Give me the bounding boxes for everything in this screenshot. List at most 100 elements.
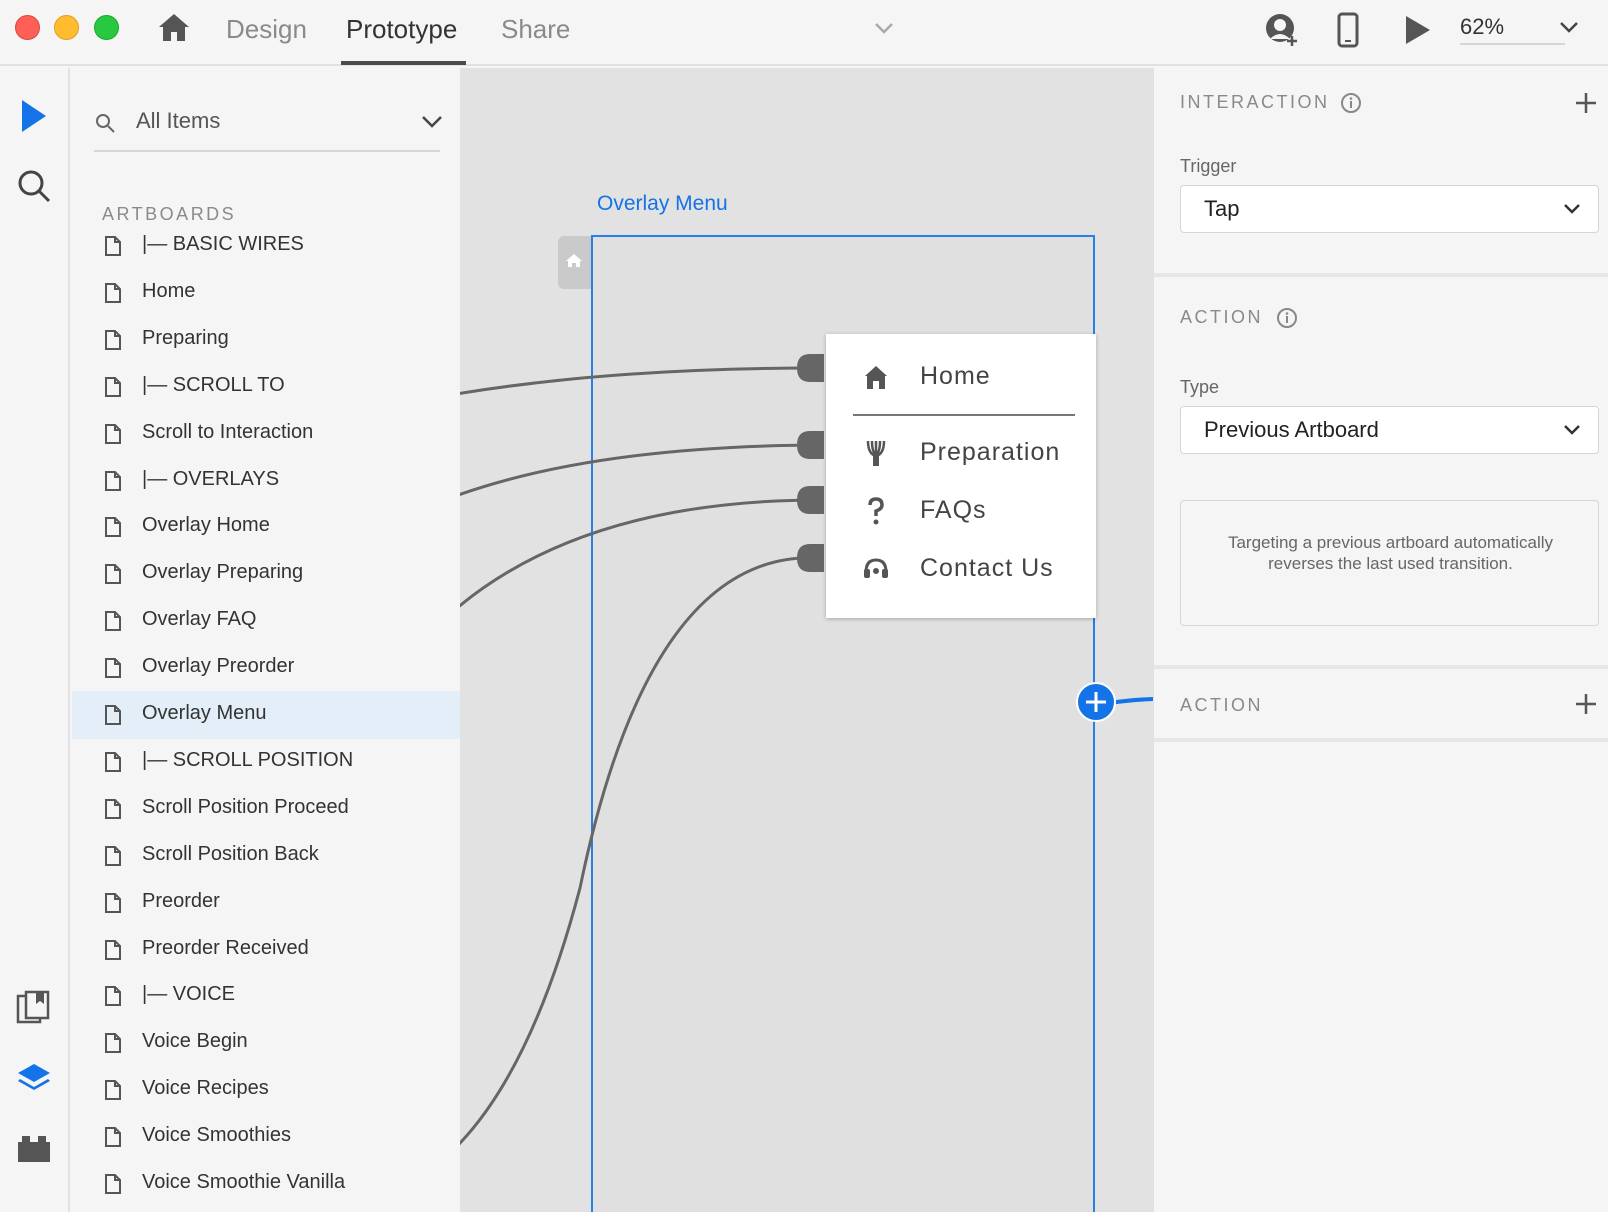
document-assets-icon[interactable] bbox=[14, 988, 54, 1028]
trigger-dropdown[interactable]: Tap bbox=[1180, 185, 1599, 233]
artboard-list-item[interactable]: Overlay Preorder bbox=[72, 644, 460, 692]
action-type-value: Previous Artboard bbox=[1204, 417, 1379, 442]
chevron-down-icon bbox=[1564, 204, 1580, 214]
artboard-list-item[interactable]: |— SCROLL TO bbox=[72, 363, 460, 411]
search-filter-label: All Items bbox=[136, 108, 221, 133]
layers-icon[interactable] bbox=[14, 1058, 54, 1098]
artboard-list-item[interactable]: Preparing bbox=[72, 316, 460, 364]
artboard-list-item-label: Voice Smoothies bbox=[142, 1124, 291, 1147]
property-inspector: INTERACTION Trigger Tap ACTION Type Prev… bbox=[1153, 68, 1608, 1212]
chevron-down-icon bbox=[1564, 425, 1580, 435]
artboard-list-item-label: Overlay Home bbox=[142, 514, 270, 537]
device-preview-icon[interactable] bbox=[1328, 10, 1368, 50]
artboard-page-icon bbox=[105, 892, 121, 913]
artboard-list-item-label: |— OVERLAYS bbox=[142, 467, 280, 490]
left-toolbar bbox=[0, 68, 70, 1212]
artboard-page-icon bbox=[105, 517, 121, 538]
artboard-list-item-label: |— SCROLL TO bbox=[142, 373, 285, 396]
wire-preparation bbox=[460, 443, 821, 497]
canvas[interactable]: Overlay Menu Home Preparation FAQs Conta… bbox=[460, 68, 1153, 1212]
artboard-list-item[interactable]: |— SCROLL POSITION bbox=[72, 738, 460, 786]
artboard-page-icon bbox=[105, 1033, 121, 1054]
artboard-list-item-label: Overlay Preparing bbox=[142, 561, 304, 584]
artboard-page-icon bbox=[105, 1080, 121, 1101]
chevron-down-icon[interactable] bbox=[420, 112, 444, 132]
artboard-list-item[interactable]: |— VOICE bbox=[72, 972, 460, 1020]
action-section: ACTION Type Previous Artboard Targeting … bbox=[1154, 277, 1608, 667]
artboard-list-item-label: |— VOICE bbox=[142, 983, 235, 1006]
info-icon[interactable] bbox=[1276, 307, 1298, 329]
tab-prototype[interactable]: Prototype bbox=[346, 10, 457, 48]
wire-connector-faqs bbox=[797, 486, 824, 514]
info-note-text: Targeting a previous artboard automatica… bbox=[1227, 533, 1554, 573]
artboard-list-item[interactable]: Scroll to Interaction bbox=[72, 410, 460, 458]
artboard-list-item[interactable]: Voice Recipes bbox=[72, 1066, 460, 1114]
artboard-list-item[interactable]: |— OVERLAYS bbox=[72, 457, 460, 505]
artboard-list-item[interactable]: Scroll Position Back bbox=[72, 832, 460, 880]
artboard-list-item-label: Home bbox=[142, 279, 196, 302]
artboard-list-item[interactable]: Preorder bbox=[72, 879, 460, 927]
home-icon[interactable] bbox=[156, 10, 192, 46]
layers-panel: All Items ARTBOARDS |— BASIC WIRES Home Pr… bbox=[72, 68, 460, 1212]
artboard-list-item-label: Scroll to Interaction bbox=[142, 420, 314, 443]
artboard-list-item[interactable]: Preorder Received bbox=[72, 926, 460, 974]
second-action-section: ACTION bbox=[1154, 669, 1608, 739]
artboard-list-item-label: Voice Smoothie Vanilla bbox=[142, 1171, 346, 1193]
active-tab-indicator bbox=[341, 61, 466, 65]
info-note: Targeting a previous artboard automatica… bbox=[1180, 500, 1599, 626]
artboard-list-item-label: Scroll Position Proceed bbox=[142, 795, 349, 818]
interaction-section: INTERACTION Trigger Tap bbox=[1154, 68, 1608, 275]
action-title: ACTION bbox=[1180, 307, 1264, 327]
trigger-value: Tap bbox=[1204, 196, 1240, 221]
invite-user-icon[interactable] bbox=[1262, 10, 1302, 50]
search-filter[interactable]: All Items bbox=[94, 104, 442, 152]
title-bar: Design Prototype Share 62% bbox=[0, 0, 1608, 66]
wire-connector-home bbox=[797, 354, 824, 382]
zoom-chevron-down-icon[interactable] bbox=[1558, 18, 1580, 36]
outgoing-wire bbox=[1109, 697, 1153, 705]
artboard-list-item[interactable]: Overlay FAQ bbox=[72, 597, 460, 645]
artboard-list-item[interactable]: Overlay Menu bbox=[72, 691, 460, 739]
zoom-tool-icon[interactable] bbox=[14, 166, 54, 206]
interaction-title: INTERACTION bbox=[1180, 92, 1330, 112]
artboard-list-item-label: Preorder bbox=[142, 889, 220, 912]
zoom-level[interactable]: 62% bbox=[1460, 14, 1504, 40]
artboard-list-item[interactable]: |— BASIC WIRES bbox=[72, 222, 460, 270]
add-interaction-plus-icon[interactable] bbox=[1573, 90, 1599, 116]
artboard-list-item[interactable]: Voice Smoothies bbox=[72, 1113, 460, 1161]
wire-connector-preparation bbox=[797, 431, 824, 459]
second-action-title: ACTION bbox=[1180, 695, 1264, 715]
section-divider bbox=[1154, 738, 1608, 742]
artboard-page-icon bbox=[105, 282, 121, 303]
tab-share[interactable]: Share bbox=[501, 10, 570, 48]
close-window-button[interactable] bbox=[15, 15, 40, 40]
info-icon[interactable] bbox=[1340, 92, 1362, 114]
artboard-list-item-label: Overlay FAQ bbox=[142, 608, 257, 631]
wire-connector-contact-us bbox=[797, 544, 824, 572]
plugins-icon[interactable] bbox=[14, 1128, 54, 1168]
app-window: Design Prototype Share 62% All Items ART… bbox=[0, 0, 1608, 1212]
artboard-page-icon bbox=[105, 1174, 121, 1194]
artboard-list-item[interactable]: Overlay Home bbox=[72, 503, 460, 551]
add-action-plus-icon[interactable] bbox=[1573, 691, 1599, 717]
document-menu-chevron-icon[interactable] bbox=[872, 18, 896, 38]
artboard-list-item[interactable]: Home bbox=[72, 269, 460, 317]
maximize-window-button[interactable] bbox=[94, 15, 119, 40]
artboard-list-item-label: Overlay Preorder bbox=[142, 655, 295, 678]
artboard-page-icon bbox=[105, 658, 121, 679]
artboard-page-icon bbox=[105, 423, 121, 444]
play-preview-icon[interactable] bbox=[1397, 10, 1437, 50]
artboard-page-icon bbox=[105, 986, 121, 1007]
artboard-page-icon bbox=[105, 611, 121, 632]
minimize-window-button[interactable] bbox=[54, 15, 79, 40]
artboard-list-item[interactable]: Voice Smoothie Vanilla bbox=[72, 1160, 460, 1208]
tab-design[interactable]: Design bbox=[226, 10, 307, 48]
action-type-dropdown[interactable]: Previous Artboard bbox=[1180, 406, 1599, 454]
artboard-list-item[interactable]: Scroll Position Proceed bbox=[72, 785, 460, 833]
artboard-list-item-label: Preorder Received bbox=[142, 936, 309, 959]
artboard-list-item[interactable]: Overlay Preparing bbox=[72, 550, 460, 598]
select-tool-icon[interactable] bbox=[14, 96, 54, 136]
artboard-list-item[interactable]: Voice Begin bbox=[72, 1019, 460, 1067]
artboard-page-icon bbox=[105, 376, 121, 397]
artboard-page-icon bbox=[105, 564, 121, 585]
